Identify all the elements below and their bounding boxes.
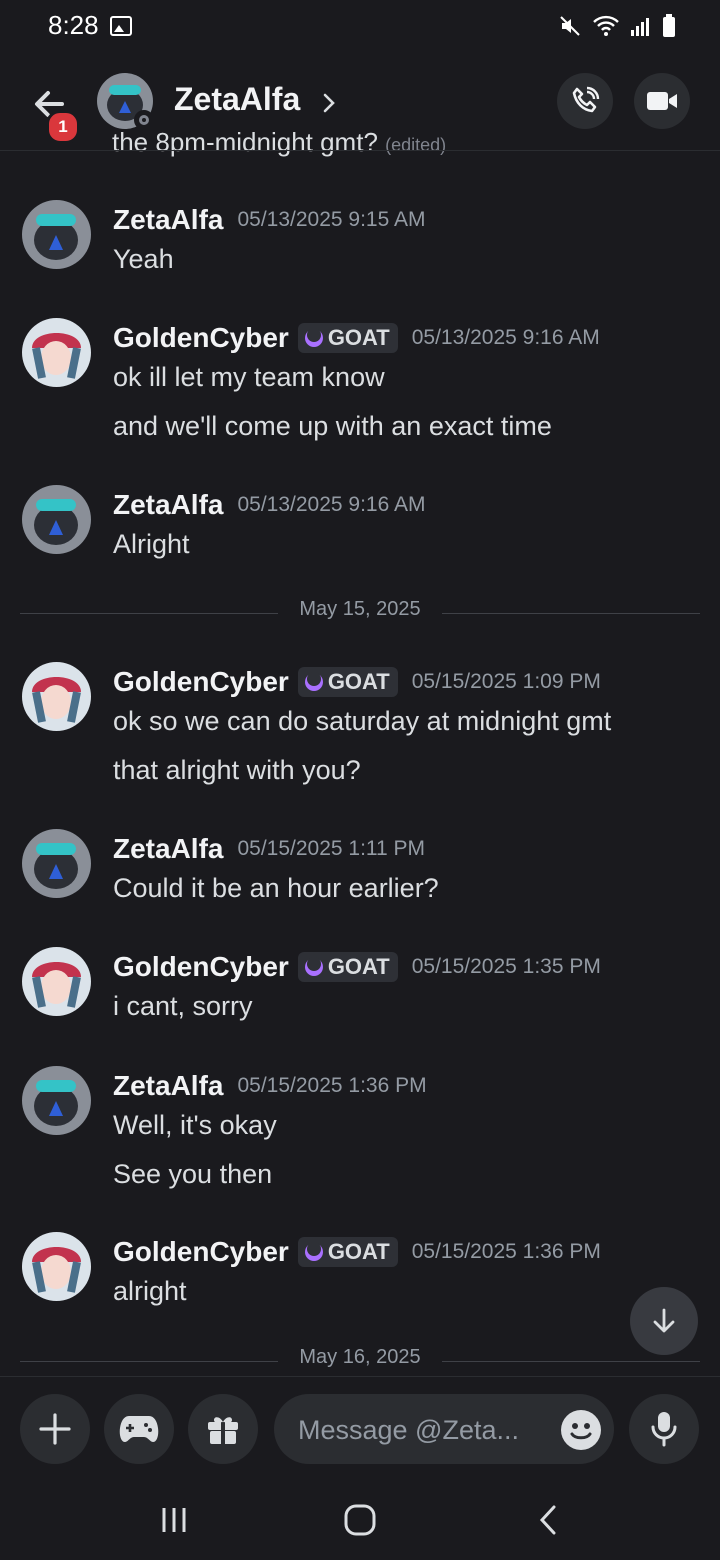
message-timestamp: 05/15/2025 1:36 PM <box>237 1074 427 1097</box>
gift-icon <box>208 1417 238 1444</box>
date-divider-label: May 16, 2025 <box>299 1346 421 1368</box>
message-text: and we'll come up with an exact time <box>113 411 552 441</box>
message-text: ok so we can do saturday at midnight gmt <box>113 706 612 736</box>
status-time: 8:28 <box>48 10 99 40</box>
page-title[interactable]: ZetaAlfa <box>174 81 300 118</box>
avatar[interactable] <box>22 485 91 554</box>
battery-icon <box>663 14 675 37</box>
plus-icon <box>39 1413 71 1445</box>
message-text: Alright <box>113 529 190 559</box>
message-timestamp: 05/13/2025 9:16 AM <box>411 326 600 349</box>
system-back-button[interactable] <box>518 1498 578 1542</box>
avatar[interactable] <box>22 318 91 387</box>
message-text: ok ill let my team know <box>113 362 385 392</box>
recent-apps-button[interactable] <box>144 1498 204 1542</box>
date-divider: May 16, 2025 <box>20 1346 700 1376</box>
message-timestamp: 05/15/2025 1:36 PM <box>411 1240 601 1263</box>
notification-badge: 1 <box>46 110 80 144</box>
avatar[interactable] <box>22 947 91 1016</box>
message-composer <box>0 1376 720 1481</box>
add-attachment-button[interactable] <box>20 1394 90 1464</box>
moon-icon <box>304 1242 323 1261</box>
server-tag-badge[interactable]: GOAT <box>297 667 398 697</box>
message-author[interactable]: GoldenCyber <box>113 322 289 354</box>
message-text: Well, it's okay <box>113 1110 277 1140</box>
system-navigation-bar <box>0 1480 720 1560</box>
avatar[interactable] <box>22 1232 91 1301</box>
message-timestamp: 05/13/2025 9:15 AM <box>237 208 426 231</box>
voice-message-button[interactable] <box>629 1394 699 1464</box>
server-tag-badge[interactable]: GOAT <box>297 323 398 353</box>
message-text: alright <box>113 1276 187 1306</box>
message-author[interactable]: ZetaAlfa <box>113 204 223 236</box>
gallery-icon <box>110 16 132 36</box>
phone-icon <box>572 86 600 113</box>
message-author[interactable]: ZetaAlfa <box>113 1070 223 1102</box>
avatar[interactable] <box>22 200 91 269</box>
message-author[interactable]: GoldenCyber <box>113 666 289 698</box>
moon-icon <box>304 328 323 347</box>
status-bar: 8:28 <box>0 0 720 56</box>
offline-status-icon <box>134 110 154 130</box>
message-text: See you then <box>113 1159 273 1189</box>
chevron-right-icon[interactable] <box>322 92 336 114</box>
message-timestamp: 05/13/2025 9:16 AM <box>237 493 426 516</box>
gift-button[interactable] <box>188 1394 258 1464</box>
arrow-down-icon <box>653 1308 675 1333</box>
message-text: that alright with you? <box>113 755 361 785</box>
message-text: Yeah <box>113 244 174 274</box>
video-call-button[interactable] <box>634 73 690 129</box>
signal-icon <box>631 18 649 36</box>
status-icons <box>558 14 676 38</box>
message-input-container[interactable] <box>274 1394 614 1466</box>
video-icon <box>647 92 677 110</box>
message-timestamp: 05/15/2025 1:35 PM <box>411 955 601 978</box>
recent-apps-icon <box>162 1508 186 1532</box>
message-author[interactable]: GoldenCyber <box>113 1236 289 1268</box>
message-author[interactable]: GoldenCyber <box>113 951 289 983</box>
gamepad-icon <box>119 1416 159 1442</box>
date-divider-label: May 15, 2025 <box>299 598 421 620</box>
avatar[interactable] <box>22 662 91 731</box>
message-timestamp: 05/15/2025 1:11 PM <box>237 837 426 860</box>
message-text: Could it be an hour earlier? <box>113 873 439 903</box>
server-tag-badge[interactable]: GOAT <box>297 952 398 982</box>
emoji-icon[interactable] <box>561 1410 601 1450</box>
moon-icon <box>304 672 323 691</box>
server-tag-badge[interactable]: GOAT <box>297 1237 398 1267</box>
back-chevron-icon <box>539 1505 556 1535</box>
date-divider: May 15, 2025 <box>20 598 700 628</box>
message-author[interactable]: ZetaAlfa <box>113 489 223 521</box>
moon-icon <box>304 957 323 976</box>
message-author[interactable]: ZetaAlfa <box>113 833 223 865</box>
message-text: i cant, sorry <box>113 991 253 1021</box>
activities-button[interactable] <box>104 1394 174 1464</box>
jump-to-latest-button[interactable] <box>630 1287 698 1355</box>
avatar[interactable] <box>22 829 91 898</box>
microphone-icon <box>651 1412 677 1447</box>
home-icon <box>344 1504 376 1536</box>
message-timestamp: 05/15/2025 1:09 PM <box>411 670 601 693</box>
home-button[interactable] <box>330 1498 390 1542</box>
avatar[interactable] <box>22 1066 91 1135</box>
mute-icon <box>560 16 580 36</box>
message-input[interactable] <box>296 1394 536 1466</box>
voice-call-button[interactable] <box>557 73 613 129</box>
wifi-icon <box>593 15 619 36</box>
chat-header: 1 ZetaAlfa <box>0 56 720 151</box>
